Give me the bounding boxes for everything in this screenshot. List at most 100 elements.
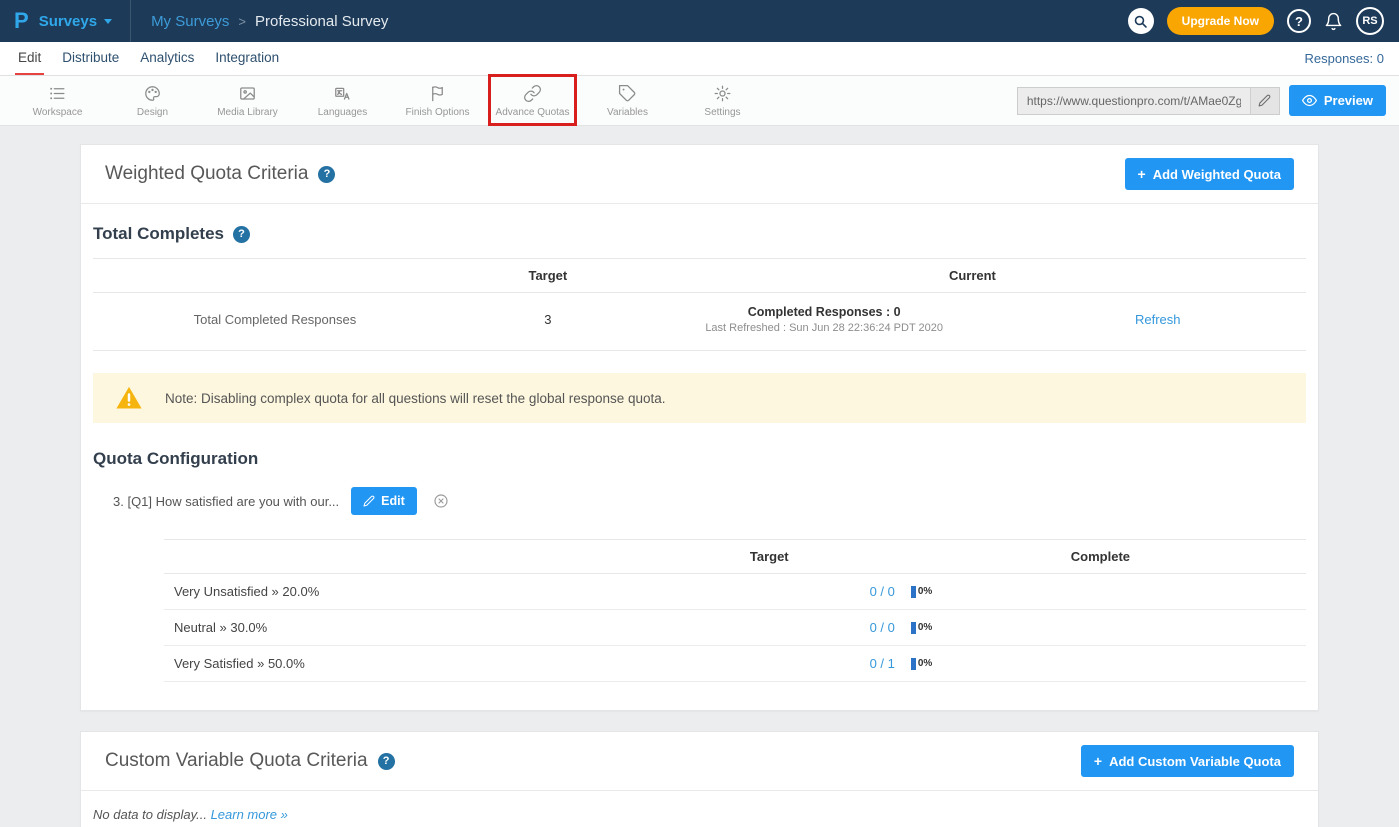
caret-down-icon [104,19,112,24]
help-button[interactable]: ? [1287,9,1311,33]
percent-value: 0% [918,658,932,669]
page-content: Weighted Quota Criteria ? + Add Weighted… [0,126,1399,827]
avatar[interactable]: RS [1356,7,1384,35]
breadcrumb-survey-title: Professional Survey [255,13,388,30]
toolbar-item-variables[interactable]: Variables [580,84,675,118]
plus-icon: + [1138,166,1146,182]
current-info: Completed Responses : 0 Last Refreshed :… [639,305,1010,334]
total-completes-title: Total Completes ? [93,224,1306,244]
advance-quotas-icon [523,84,542,103]
toolbar-item-media-library[interactable]: Media Library [200,84,295,118]
toolbar-item-label: Finish Options [406,107,470,118]
percent-value: 0% [918,586,932,597]
edit-question-quota-button[interactable]: Edit [351,487,417,515]
weighted-quota-header: Weighted Quota Criteria ? + Add Weighted… [81,145,1318,204]
toolbar-item-advance-quotas[interactable]: Advance Quotas [485,84,580,118]
column-complete: Complete [895,549,1306,564]
toolbar-item-workspace[interactable]: Workspace [10,84,105,118]
complete-cell: 0% [895,622,1306,634]
tab-integration[interactable]: Integration [212,42,282,75]
last-refreshed: Last Refreshed : Sun Jun 28 22:36:24 PDT… [639,322,1010,334]
table-row: Very Satisfied » 50.0% 0 / 1 0% [164,646,1306,682]
edit-toolbar: Workspace Design Media Library Languages… [0,76,1399,126]
toolbar-item-finish-options[interactable]: Finish Options [390,84,485,118]
complete-cell: 0% [895,586,1306,598]
target-value: 3 [457,312,639,327]
table-row: Neutral » 30.0% 0 / 0 0% [164,610,1306,646]
workspace-icon [48,84,67,103]
product-name: Surveys [39,13,97,30]
toolbar-item-label: Design [137,107,168,118]
top-navbar: P Surveys My Surveys > Professional Surv… [0,0,1399,42]
section-heading: Total Completes [93,224,224,244]
edit-label: Edit [381,494,405,508]
completed-responses: Completed Responses : 0 [639,305,1010,319]
column-spacer [93,268,457,283]
toolbar-item-label: Workspace [33,107,83,118]
pencil-icon [1258,94,1271,107]
current-cell: Completed Responses : 0 Last Refreshed :… [639,305,1306,334]
quota-configuration-title: Quota Configuration [93,449,1306,469]
toolbar-item-settings[interactable]: Settings [675,84,770,118]
breadcrumb-my-surveys[interactable]: My Surveys [151,13,229,30]
breadcrumb-separator: > [238,14,246,29]
refresh-link[interactable]: Refresh [1135,312,1181,327]
topbar-actions: Upgrade Now ? RS [1128,7,1399,35]
tab-analytics[interactable]: Analytics [137,42,197,75]
help-icon[interactable]: ? [233,226,250,243]
questionpro-logo: P [14,8,29,34]
pencil-square-icon [363,495,375,507]
section-heading: Custom Variable Quota Criteria [105,750,368,772]
media-library-icon [238,84,257,103]
help-icon[interactable]: ? [318,166,335,183]
column-current: Current [639,268,1306,283]
help-icon[interactable]: ? [378,753,395,770]
plus-icon: + [1094,753,1102,769]
quota-configuration-section: Quota Configuration 3. [Q1] How satisfie… [81,423,1318,710]
add-weighted-quota-button[interactable]: + Add Weighted Quota [1125,158,1295,190]
add-custom-variable-quota-button[interactable]: + Add Custom Variable Quota [1081,745,1294,777]
progress-bar [911,586,916,598]
percent-value: 0% [918,622,932,633]
toolbar-item-design[interactable]: Design [105,84,200,118]
row-label: Total Completed Responses [93,312,457,327]
custom-variable-quota-header: Custom Variable Quota Criteria ? + Add C… [81,732,1318,791]
total-completes-table: Target Current Total Completed Responses… [93,258,1306,351]
warning-icon [93,384,165,412]
table-header-row: Target Complete [164,539,1306,574]
weighted-quota-card: Weighted Quota Criteria ? + Add Weighted… [80,144,1319,711]
answer-label: Very Unsatisfied » 20.0% [164,584,644,599]
survey-url-field [1017,87,1280,115]
toolbar-item-label: Languages [318,107,368,118]
section-heading: Quota Configuration [93,449,258,469]
question-row: 3. [Q1] How satisfied are you with our..… [113,487,1306,515]
main-tabs: Edit Distribute Analytics Integration Re… [0,42,1399,76]
column-target: Target [644,549,895,564]
table-header-row: Target Current [93,258,1306,293]
search-button[interactable] [1128,8,1154,34]
note-text: Note: Disabling complex quota for all qu… [165,391,666,406]
toolbar-item-label: Variables [607,107,648,118]
table-row: Very Unsatisfied » 20.0% 0 / 0 0% [164,574,1306,610]
settings-icon [713,84,732,103]
preview-label: Preview [1324,93,1373,108]
tab-distribute[interactable]: Distribute [59,42,122,75]
column-spacer [164,549,644,564]
tab-edit[interactable]: Edit [15,42,44,75]
edit-url-button[interactable] [1250,88,1279,114]
product-switcher[interactable]: P Surveys [0,0,131,42]
design-palette-icon [143,84,162,103]
preview-button[interactable]: Preview [1289,85,1386,116]
responses-count: Responses: 0 [1305,42,1399,75]
survey-url-input[interactable] [1018,88,1250,114]
learn-more-link[interactable]: Learn more » [211,807,288,822]
quota-note-banner: Note: Disabling complex quota for all qu… [93,373,1306,423]
quota-configuration-table: Target Complete Very Unsatisfied » 20.0%… [164,539,1306,682]
toolbar-item-languages[interactable]: Languages [295,84,390,118]
circle-x-icon [433,493,449,509]
remove-question-quota-button[interactable] [433,493,449,509]
upgrade-button[interactable]: Upgrade Now [1167,7,1274,35]
target-value: 0 / 1 [644,656,895,671]
notifications-button[interactable] [1324,12,1343,31]
toolbar-item-label: Advance Quotas [496,107,570,118]
